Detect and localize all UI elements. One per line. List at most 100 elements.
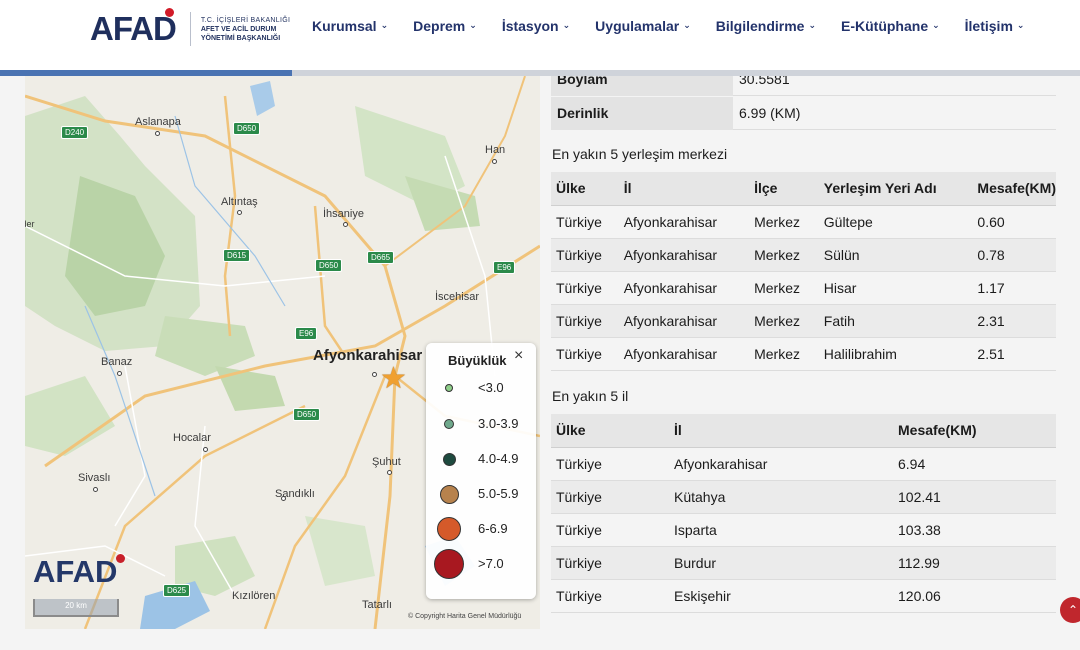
table-cell: Halilibrahim <box>818 337 973 371</box>
table-cell: Burdur <box>669 546 893 580</box>
earthquake-map[interactable]: Aslanapa Altıntaş İhsaniye Han İscehisar… <box>25 76 540 629</box>
map-scale-bar: 20 km <box>33 599 119 617</box>
legend-label: 5.0-5.9 <box>478 486 519 501</box>
nav-iletisim[interactable]: İletişim ⌄ <box>965 18 1025 34</box>
legend-label: <3.0 <box>478 380 504 395</box>
table-header: İl <box>618 172 750 206</box>
legend-label: 3.0-3.9 <box>478 416 519 431</box>
settlements-table: Ülke İl İlçe Yerleşim Yeri Adı Mesafe(KM… <box>551 172 1056 371</box>
table-cell: 112.99 <box>893 546 1056 580</box>
logo-dot-icon <box>165 8 174 17</box>
table-cell: 103.38 <box>893 513 1056 547</box>
table-cell: Hisar <box>818 271 973 305</box>
table-cell: 0.78 <box>972 238 1056 272</box>
town-marker <box>372 372 377 377</box>
road-label: D650 <box>233 122 261 135</box>
magnitude-circle-icon <box>442 452 456 466</box>
table-header: Mesafe(KM) <box>893 414 1056 448</box>
legend-label: 4.0-4.9 <box>478 451 519 466</box>
table-cell: 2.51 <box>972 337 1056 371</box>
logo-sub-line: YÖNETİMİ BAŞKANLIĞI <box>200 34 281 42</box>
magnitude-legend: Büyüklük × <3.0 3.0-3.9 4.0-4.9 5.0-5.9 6-6.… <box>426 343 536 599</box>
table-cell: Kütahya <box>669 480 893 514</box>
detail-key: Boylam <box>551 76 733 96</box>
legend-item: 6-6.9 <box>426 514 536 544</box>
table-cell: Türkiye <box>551 579 669 613</box>
town-marker <box>117 371 122 376</box>
afad-logo[interactable]: AFAD T.C. İÇİŞLERİ BAKANLIĞI AFET VE ACİ… <box>90 8 290 48</box>
table-header: İl <box>669 414 893 448</box>
table-cell: Afyonkarahisar <box>618 337 750 371</box>
legend-close-icon[interactable]: × <box>514 347 523 365</box>
table-cell: Türkiye <box>551 238 619 272</box>
legend-item: <3.0 <box>426 373 536 403</box>
epicenter-star-icon[interactable]: ★ <box>380 364 407 394</box>
table-header: Ülke <box>551 172 619 206</box>
table-header: Ülke <box>551 414 669 448</box>
chevron-down-icon: ⌄ <box>562 19 571 30</box>
nav-label: Deprem <box>413 18 466 34</box>
nav-istasyon[interactable]: İstasyon ⌄ <box>502 18 570 34</box>
legend-label: 6-6.9 <box>478 521 508 536</box>
map-afad-logo: AFAD <box>33 554 126 590</box>
table-cell: Afyonkarahisar <box>618 205 750 239</box>
town-marker <box>387 470 392 475</box>
table-header: İlçe <box>749 172 819 206</box>
legend-title: Büyüklük <box>448 353 507 368</box>
nav-label: İletişim <box>964 18 1013 34</box>
map-place-label: Altıntaş <box>221 196 258 208</box>
chevron-down-icon: ⌄ <box>380 19 389 30</box>
detail-row-boylam: Boylam 30.5581 <box>551 76 1056 96</box>
detail-value: 6.99 (KM) <box>739 105 801 121</box>
table-cell: Merkez <box>749 337 819 371</box>
table-cell: 0.60 <box>972 205 1056 239</box>
town-marker <box>492 159 497 164</box>
table-cell: 2.31 <box>972 304 1056 338</box>
scroll-to-top-button[interactable]: ⌃ <box>1060 597 1080 623</box>
detail-row-derinlik: Derinlik 6.99 (KM) <box>551 97 1056 130</box>
town-marker <box>93 487 98 492</box>
logo-text: AFAD <box>90 10 177 47</box>
table-cell: Merkez <box>749 238 819 272</box>
nav-deprem[interactable]: Deprem ⌄ <box>413 18 477 34</box>
nav-kurumsal[interactable]: Kurumsal ⌄ <box>312 18 388 34</box>
road-label: E96 <box>295 327 318 340</box>
legend-item: >7.0 <box>426 549 536 579</box>
nav-uygulamalar[interactable]: Uygulamalar ⌄ <box>595 18 691 34</box>
map-copyright: © Copyright Harita Genel Müdürlüğü <box>408 613 522 620</box>
table-cell: Türkiye <box>551 447 669 481</box>
table-cell: Merkez <box>749 271 819 305</box>
detail-value: 30.5581 <box>739 76 790 87</box>
map-place-label: Kızılören <box>232 590 276 602</box>
town-marker <box>343 222 348 227</box>
chevron-up-icon: ⌃ <box>1067 603 1079 617</box>
road-label: D650 <box>315 259 343 272</box>
table-row: Türkiye Afyonkarahisar 6.94 <box>551 447 1056 481</box>
nav-bilgilendirme[interactable]: Bilgilendirme ⌄ <box>716 18 816 34</box>
magnitude-circle-icon <box>444 419 454 429</box>
page-footer-edge <box>0 629 1080 650</box>
nav-label: Uygulamalar <box>595 18 680 34</box>
magnitude-circle-icon <box>434 549 464 579</box>
map-place-label: Han <box>485 144 506 156</box>
logo-subtitle: T.C. İÇİŞLERİ BAKANLIĞI AFET VE ACİL DUR… <box>201 16 290 43</box>
chevron-down-icon: ⌄ <box>1016 19 1025 30</box>
chevron-down-icon: ⌄ <box>683 19 691 30</box>
table-cell: Gültepe <box>818 205 973 239</box>
nav-e-kutuphane[interactable]: E-Kütüphane ⌄ <box>841 18 940 34</box>
map-place-label: İhsaniye <box>323 208 364 220</box>
town-marker <box>281 496 286 501</box>
table-row: Türkiye Afyonkarahisar Merkez Sülün 0.78 <box>551 238 1056 272</box>
map-place-label: Banaz <box>101 356 133 368</box>
table-cell: Türkiye <box>551 205 619 239</box>
logo-sub-line: AFET VE ACİL DURUM <box>200 25 277 33</box>
map-place-label: ılder <box>25 219 35 229</box>
table-cell: Türkiye <box>551 480 669 514</box>
table-cell: Afyonkarahisar <box>669 447 893 481</box>
nav-label: İstasyon <box>501 18 559 34</box>
table-cell: Sülün <box>818 238 973 272</box>
main-nav: Kurumsal ⌄ Deprem ⌄ İstasyon ⌄ Uygulamalar ⌄… <box>312 18 1024 34</box>
table-row: Türkiye Afyonkarahisar Merkez Halilibrahim 2… <box>551 337 1056 371</box>
map-place-label: Tatarlı <box>362 599 392 611</box>
table-row: Türkiye Burdur 112.99 <box>551 546 1056 580</box>
